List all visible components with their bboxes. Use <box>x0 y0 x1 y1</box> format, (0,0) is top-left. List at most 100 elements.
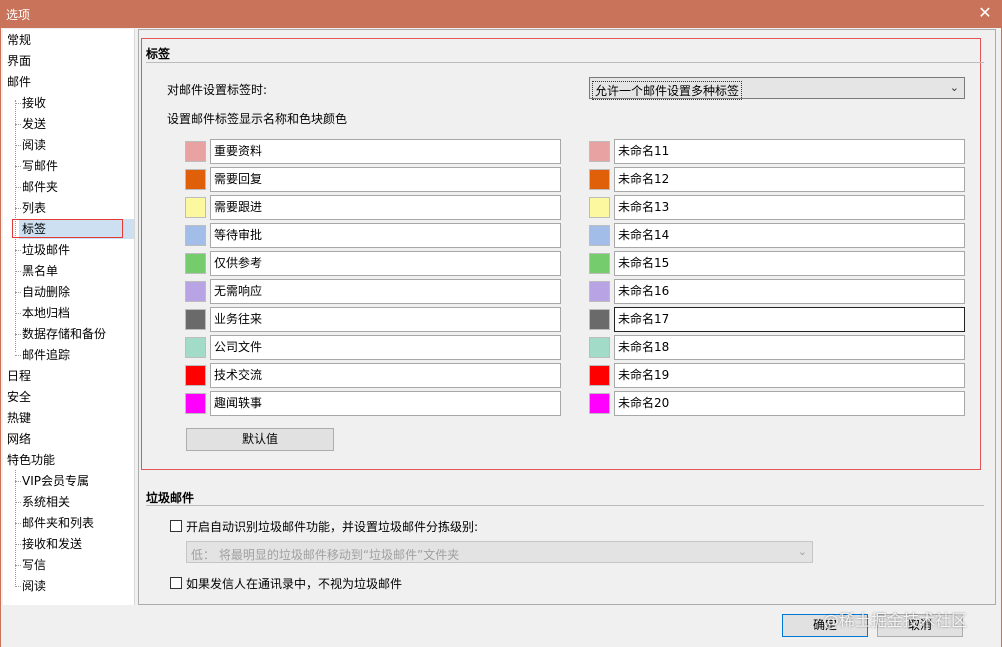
nav-item-vip[interactable]: VIP会员专属 <box>22 471 89 491</box>
tree-dash <box>15 145 21 146</box>
tag-name-input-right-2[interactable]: 未命名12 <box>614 167 965 192</box>
tree-dash <box>15 523 21 524</box>
tree-dash <box>15 271 21 272</box>
window-title: 选项 <box>6 8 31 22</box>
nav-item-local-archive[interactable]: 本地归档 <box>22 303 70 323</box>
color-swatch-right-6[interactable] <box>589 281 610 302</box>
color-swatch-left-4[interactable] <box>185 225 206 246</box>
tree-guide-features <box>15 470 16 587</box>
tag-name-input-left-8[interactable]: 公司文件 <box>210 335 561 360</box>
spam-level-value: 低： 将最明显的垃圾邮件移动到“垃圾邮件”文件夹 <box>191 548 460 562</box>
nav-item-system[interactable]: 系统相关 <box>22 492 70 512</box>
nav-item-features[interactable]: 特色功能 <box>7 450 55 470</box>
nav-item-read[interactable]: 阅读 <box>22 135 46 155</box>
auto-detect-spam-checkbox[interactable] <box>170 520 182 532</box>
tag-name-input-left-1[interactable]: 重要资料 <box>210 139 561 164</box>
nav-item-interface[interactable]: 界面 <box>7 51 31 71</box>
window-border-left <box>0 28 1 647</box>
tree-dash <box>15 502 21 503</box>
tag-name-input-right-8[interactable]: 未命名18 <box>614 335 965 360</box>
nav-item-list[interactable]: 列表 <box>22 198 46 218</box>
tag-name-input-right-6[interactable]: 未命名16 <box>614 279 965 304</box>
nav-item-spam[interactable]: 垃圾邮件 <box>22 240 70 260</box>
nav-item-receive[interactable]: 接收 <box>22 93 46 113</box>
tag-name-input-left-3[interactable]: 需要跟进 <box>210 195 561 220</box>
contacts-not-spam-label: 如果发信人在通讯录中，不视为垃圾邮件 <box>186 577 403 591</box>
color-swatch-left-8[interactable] <box>185 337 206 358</box>
nav-item-blacklist[interactable]: 黑名单 <box>22 261 58 281</box>
tree-dash <box>15 544 21 545</box>
color-swatch-left-3[interactable] <box>185 197 206 218</box>
tag-name-input-right-7[interactable]: 未命名17 <box>614 307 965 332</box>
tree-dash <box>15 208 21 209</box>
tree-dash <box>15 124 21 125</box>
tags-section-title: 标签 <box>146 47 171 61</box>
color-swatch-left-6[interactable] <box>185 281 206 302</box>
spam-level-dropdown[interactable]: 低： 将最明显的垃圾邮件移动到“垃圾邮件”文件夹 ⌄ <box>186 541 813 563</box>
spam-section-divider <box>146 505 984 506</box>
color-swatch-right-2[interactable] <box>589 169 610 190</box>
color-swatch-left-7[interactable] <box>185 309 206 330</box>
nav-item-receive-send[interactable]: 接收和发送 <box>22 534 82 554</box>
close-icon[interactable]: ✕ <box>976 3 994 22</box>
nav-item-compose[interactable]: 写邮件 <box>22 156 58 176</box>
nav-item-folders-list[interactable]: 邮件夹和列表 <box>22 513 94 533</box>
color-swatch-right-8[interactable] <box>589 337 610 358</box>
nav-item-reading[interactable]: 阅读 <box>22 576 46 596</box>
tree-dash <box>15 103 21 104</box>
tag-name-input-left-7[interactable]: 业务往来 <box>210 307 561 332</box>
nav-item-write[interactable]: 写信 <box>22 555 46 575</box>
options-nav-tree[interactable]: 常规 界面 邮件 接收 发送 阅读 写邮件 邮件夹 列表 标签 垃圾邮件 黑名单… <box>3 29 135 605</box>
tag-name-input-left-6[interactable]: 无需响应 <box>210 279 561 304</box>
tree-dash <box>15 334 21 335</box>
color-swatch-left-1[interactable] <box>185 141 206 162</box>
tree-guide-mail <box>15 100 16 352</box>
color-swatch-right-5[interactable] <box>589 253 610 274</box>
color-swatch-right-3[interactable] <box>589 197 610 218</box>
color-swatch-right-9[interactable] <box>589 365 610 386</box>
color-swatch-left-2[interactable] <box>185 169 206 190</box>
tag-display-label: 设置邮件标签显示名称和色块颜色 <box>167 112 348 126</box>
tag-name-input-right-3[interactable]: 未命名13 <box>614 195 965 220</box>
tag-name-input-right-10[interactable]: 未命名20 <box>614 391 965 416</box>
color-swatch-right-1[interactable] <box>589 141 610 162</box>
nav-item-storage-backup[interactable]: 数据存储和备份 <box>22 324 106 344</box>
tag-name-input-left-10[interactable]: 趣闻轶事 <box>210 391 561 416</box>
spam-section-title: 垃圾邮件 <box>146 491 195 505</box>
tag-name-input-right-5[interactable]: 未命名15 <box>614 251 965 276</box>
tag-name-input-right-4[interactable]: 未命名14 <box>614 223 965 248</box>
nav-item-calendar[interactable]: 日程 <box>7 366 31 386</box>
tag-name-input-right-9[interactable]: 未命名19 <box>614 363 965 388</box>
nav-item-auto-delete[interactable]: 自动删除 <box>22 282 70 302</box>
tag-name-input-left-2[interactable]: 需要回复 <box>210 167 561 192</box>
nav-item-general[interactable]: 常规 <box>7 30 31 50</box>
nav-item-hotkeys[interactable]: 热键 <box>7 408 31 428</box>
color-swatch-left-9[interactable] <box>185 365 206 386</box>
nav-item-tags[interactable]: 标签 <box>19 219 134 239</box>
watermark: @稀土掘金技术社区 <box>823 611 968 630</box>
tree-dash <box>15 313 21 314</box>
tag-name-input-left-9[interactable]: 技术交流 <box>210 363 561 388</box>
color-swatch-left-5[interactable] <box>185 253 206 274</box>
default-values-button[interactable]: 默认值 <box>186 428 334 451</box>
color-swatch-right-7[interactable] <box>589 309 610 330</box>
tag-name-input-left-5[interactable]: 仅供参考 <box>210 251 561 276</box>
color-swatch-right-4[interactable] <box>589 225 610 246</box>
tree-dash <box>15 565 21 566</box>
tag-mode-dropdown[interactable]: 允许一个邮件设置多种标签 ⌄ <box>589 77 965 100</box>
nav-item-mail[interactable]: 邮件 <box>7 72 31 92</box>
nav-item-folders[interactable]: 邮件夹 <box>22 177 58 197</box>
tree-dash <box>15 355 21 356</box>
nav-item-send[interactable]: 发送 <box>22 114 46 134</box>
auto-detect-spam-label: 开启自动识别垃圾邮件功能，并设置垃圾邮件分拣级别: <box>186 520 479 534</box>
tag-mode-label: 对邮件设置标签时: <box>167 83 268 97</box>
color-swatch-right-10[interactable] <box>589 393 610 414</box>
tag-name-input-right-1[interactable]: 未命名11 <box>614 139 965 164</box>
nav-item-mail-tracking[interactable]: 邮件追踪 <box>22 345 70 365</box>
nav-item-network[interactable]: 网络 <box>7 429 31 449</box>
tag-name-input-left-4[interactable]: 等待审批 <box>210 223 561 248</box>
color-swatch-left-10[interactable] <box>185 393 206 414</box>
title-bar: 选项 ✕ <box>0 0 1002 28</box>
contacts-not-spam-checkbox[interactable] <box>170 577 182 589</box>
nav-item-security[interactable]: 安全 <box>7 387 31 407</box>
